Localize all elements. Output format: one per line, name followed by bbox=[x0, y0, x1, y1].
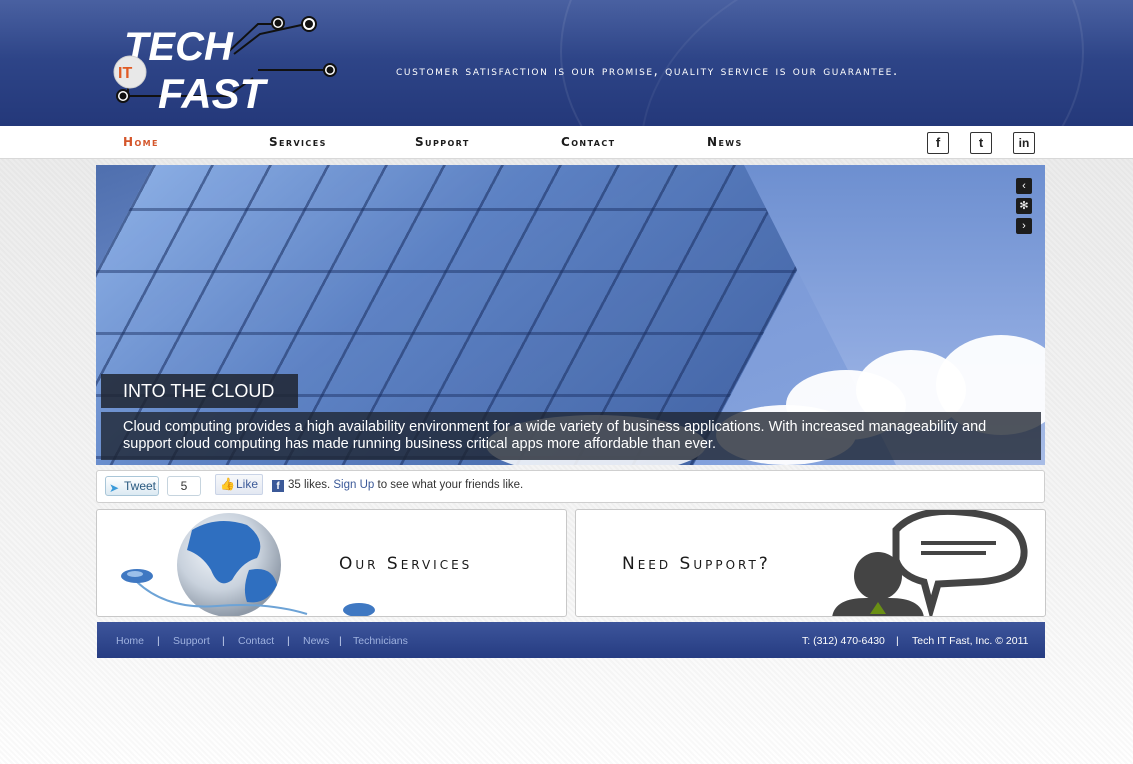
like-button[interactable]: 👍 Like bbox=[215, 474, 263, 495]
slide-title: INTO THE CLOUD bbox=[101, 374, 298, 408]
slide-caption: Cloud computing provides a high availabi… bbox=[101, 412, 1041, 460]
footer-copyright: Tech IT Fast, Inc. © 2011 bbox=[912, 635, 1029, 647]
tweet-button[interactable]: ➤ Tweet bbox=[105, 476, 159, 496]
tweet-count: 5 bbox=[167, 476, 201, 496]
main-nav: Home Services Support Contact News f t i… bbox=[0, 126, 1133, 159]
footer-link-technicians[interactable]: Technicians bbox=[353, 635, 408, 647]
footer-link-support[interactable]: Support bbox=[173, 635, 210, 647]
support-person-icon bbox=[832, 510, 1028, 616]
site-footer: Home | Support | Contact | News | Techni… bbox=[97, 622, 1045, 658]
nav-item-home[interactable]: Home bbox=[123, 135, 159, 149]
services-panel-title: Our Services bbox=[339, 554, 473, 574]
support-panel-title: Need Support? bbox=[622, 554, 771, 574]
slider-prev-button[interactable]: ‹ bbox=[1016, 178, 1032, 194]
footer-link-news[interactable]: News bbox=[303, 635, 329, 647]
nav-item-support[interactable]: Support bbox=[415, 135, 470, 149]
logo-text-fast: FAST bbox=[158, 70, 269, 117]
thumbs-up-icon: 👍 bbox=[220, 477, 235, 491]
logo-text-it: IT bbox=[118, 65, 132, 82]
nav-item-services[interactable]: Services bbox=[269, 135, 327, 149]
social-share-bar: ➤ Tweet 5 👍 Like f 35 likes. Sign Up to … bbox=[96, 470, 1045, 503]
nav-item-contact[interactable]: Contact bbox=[561, 135, 615, 149]
tweet-label: Tweet bbox=[124, 479, 157, 493]
like-label: Like bbox=[236, 477, 259, 491]
header-decoration bbox=[640, 0, 1133, 126]
services-panel[interactable]: Our Services bbox=[96, 509, 567, 617]
twitter-bird-icon: ➤ bbox=[109, 481, 120, 495]
slider-pause-button[interactable]: ✻ bbox=[1016, 198, 1032, 214]
footer-separator: | bbox=[287, 635, 290, 647]
like-suffix: to see what your friends like. bbox=[377, 479, 524, 491]
hero-slider[interactable]: ‹ ✻ › INTO THE CLOUD Cloud computing pro… bbox=[96, 165, 1045, 465]
twitter-icon[interactable]: t bbox=[970, 132, 992, 154]
site-logo[interactable]: TECH FAST IT bbox=[108, 12, 348, 118]
footer-link-home[interactable]: Home bbox=[116, 635, 144, 647]
footer-phone: T: (312) 470-6430 bbox=[802, 635, 885, 647]
footer-link-contact[interactable]: Contact bbox=[238, 635, 274, 647]
nav-item-news[interactable]: News bbox=[707, 135, 743, 149]
facebook-icon[interactable]: f bbox=[927, 132, 949, 154]
like-count-text: 35 likes. bbox=[288, 479, 331, 491]
signup-link[interactable]: Sign Up bbox=[333, 479, 374, 491]
slider-next-button[interactable]: › bbox=[1016, 218, 1032, 234]
support-panel[interactable]: Need Support? bbox=[575, 509, 1046, 617]
like-summary: 35 likes. Sign Up to see what your frien… bbox=[288, 479, 523, 491]
site-header: TECH FAST IT Customer satisfaction is ou… bbox=[0, 0, 1133, 126]
linkedin-icon[interactable]: in bbox=[1013, 132, 1035, 154]
footer-separator: | bbox=[157, 635, 160, 647]
tagline: Customer satisfaction is our promise, Qu… bbox=[396, 64, 899, 79]
footer-separator: | bbox=[339, 635, 342, 647]
footer-separator: | bbox=[222, 635, 225, 647]
footer-separator: | bbox=[896, 635, 899, 647]
facebook-small-icon: f bbox=[272, 480, 284, 492]
